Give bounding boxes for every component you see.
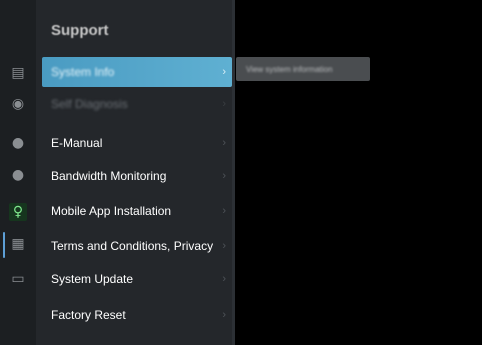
apps-icon[interactable]: ▭ bbox=[9, 270, 27, 288]
menu-item-self-diagnosis[interactable]: Self Diagnosis › bbox=[42, 89, 232, 119]
chevron-right-icon: › bbox=[222, 309, 226, 321]
active-section-indicator bbox=[3, 232, 5, 258]
chevron-right-icon: › bbox=[222, 66, 226, 78]
menu-item-label: Terms and Conditions, Privacy bbox=[51, 239, 214, 253]
menu-item-system-update[interactable]: System Update › bbox=[42, 264, 232, 294]
icon-rail: ▤ ◉ ● ● ♀ ▦ ▭ bbox=[0, 0, 36, 345]
chevron-right-icon: › bbox=[222, 273, 226, 285]
page-title: Support bbox=[51, 22, 109, 39]
menu-item-system-info[interactable]: System Info › bbox=[42, 57, 232, 87]
menu-item-bandwidth-monitoring[interactable]: Bandwidth Monitoring › bbox=[42, 161, 232, 191]
settings-icon[interactable]: ● bbox=[9, 166, 27, 184]
menu-item-factory-reset[interactable]: Factory Reset › bbox=[42, 300, 232, 330]
tooltip-text: View system information bbox=[246, 64, 333, 74]
chevron-right-icon: › bbox=[222, 240, 226, 252]
menu-item-terms-and-conditions[interactable]: Terms and Conditions, Privacy › bbox=[42, 231, 232, 261]
menu-item-label: System Info bbox=[51, 65, 115, 79]
menu-item-e-manual[interactable]: E-Manual › bbox=[42, 128, 232, 158]
globe-icon[interactable]: ● bbox=[9, 134, 27, 152]
menu-item-label: Bandwidth Monitoring bbox=[51, 169, 167, 183]
network-icon[interactable]: ◉ bbox=[9, 95, 27, 113]
menu-item-label: Self Diagnosis bbox=[51, 97, 128, 111]
item-description-tooltip: View system information bbox=[236, 57, 370, 81]
chevron-right-icon: › bbox=[222, 137, 226, 149]
menu-item-label: E-Manual bbox=[51, 136, 103, 150]
chevron-right-icon: › bbox=[222, 98, 226, 110]
tv-screen: ▤ ◉ ● ● ♀ ▦ ▭ Support System Info › Self… bbox=[0, 0, 482, 345]
support-icon[interactable]: ▦ bbox=[9, 235, 27, 253]
menu-item-label: System Update bbox=[51, 272, 134, 286]
menu-item-label: Mobile App Installation bbox=[51, 204, 172, 218]
menu-item-mobile-app-installation[interactable]: Mobile App Installation › bbox=[42, 196, 232, 226]
menu-item-label: Factory Reset bbox=[51, 308, 126, 322]
chevron-right-icon: › bbox=[222, 170, 226, 182]
accessibility-icon[interactable]: ♀ bbox=[9, 203, 27, 221]
source-icon[interactable]: ▤ bbox=[9, 64, 27, 82]
content-area bbox=[235, 0, 482, 345]
chevron-right-icon: › bbox=[222, 205, 226, 217]
